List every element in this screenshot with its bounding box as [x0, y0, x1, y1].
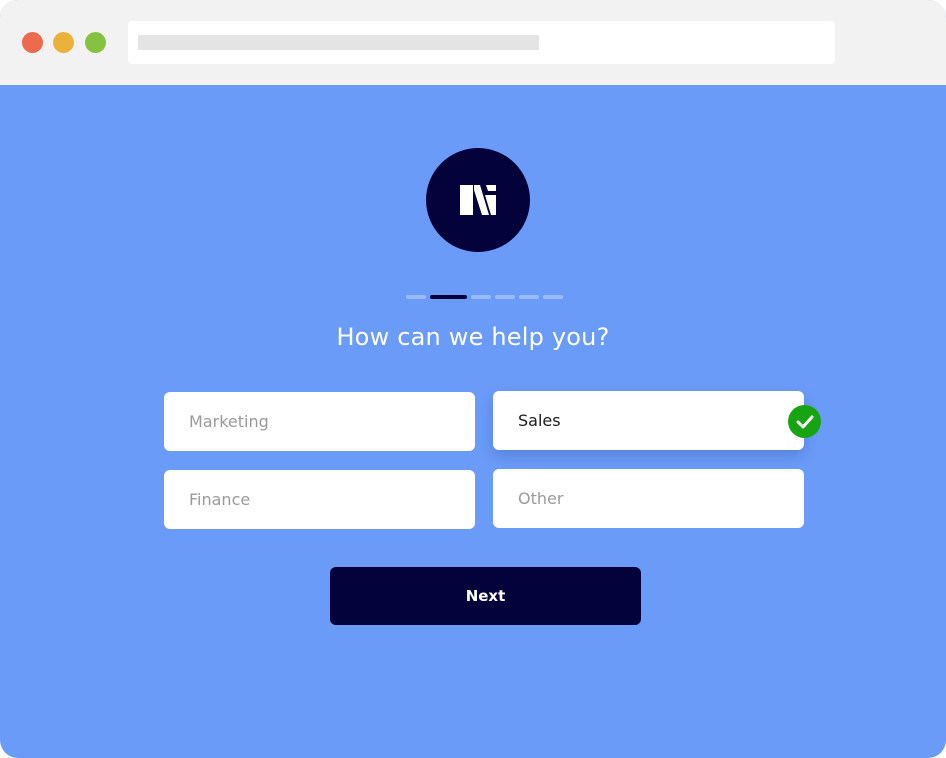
page-content: How can we help you? Marketing Sales Fin… — [0, 85, 946, 758]
progress-step — [471, 295, 491, 299]
option-finance[interactable]: Finance — [164, 470, 475, 529]
option-label: Sales — [518, 411, 561, 430]
next-button[interactable]: Next — [330, 567, 641, 625]
minimize-window-button[interactable] — [53, 32, 74, 53]
progress-step — [519, 295, 539, 299]
progress-step — [495, 295, 515, 299]
option-label: Other — [518, 489, 564, 508]
progress-step — [406, 295, 426, 299]
question-heading: How can we help you? — [336, 323, 610, 351]
progress-step-active — [430, 295, 467, 299]
close-window-button[interactable] — [22, 32, 43, 53]
address-bar-placeholder — [138, 35, 539, 50]
address-bar[interactable] — [128, 21, 835, 64]
selected-check-icon — [788, 405, 821, 438]
progress-steps — [406, 295, 564, 299]
option-other[interactable]: Other — [493, 469, 804, 528]
option-label: Marketing — [189, 412, 269, 431]
option-sales[interactable]: Sales — [493, 391, 804, 450]
browser-titlebar — [0, 0, 946, 85]
option-label: Finance — [189, 490, 251, 509]
maximize-window-button[interactable] — [85, 32, 106, 53]
n-logo-icon — [460, 185, 496, 215]
progress-step — [543, 295, 563, 299]
browser-window: How can we help you? Marketing Sales Fin… — [0, 0, 946, 758]
brand-logo — [426, 148, 530, 252]
option-marketing[interactable]: Marketing — [164, 392, 475, 451]
